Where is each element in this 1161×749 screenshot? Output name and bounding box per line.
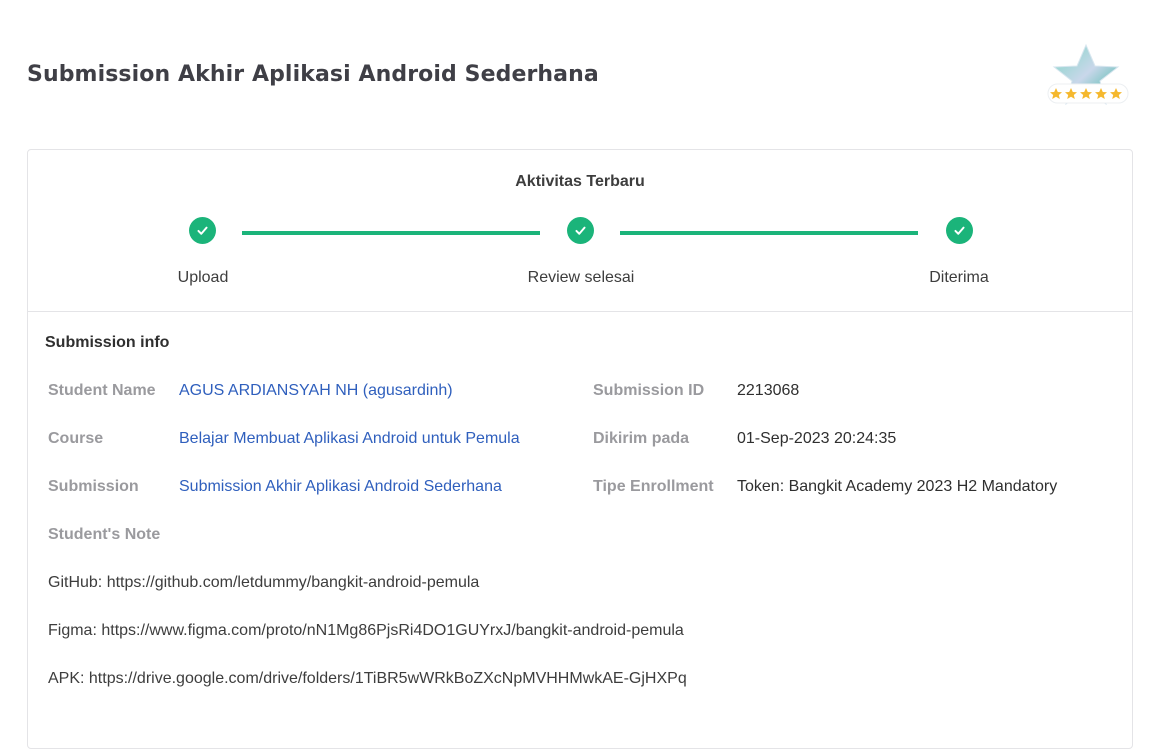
step-review-check-icon: [567, 217, 594, 244]
step-accepted-check-icon: [946, 217, 973, 244]
enrollment-type-label: Tipe Enrollment: [593, 478, 714, 495]
sent-at-label: Dikirim pada: [593, 430, 690, 447]
activity-title: Aktivitas Terbaru: [515, 173, 645, 190]
submission-id-label: Submission ID: [593, 382, 705, 399]
student-name-link[interactable]: AGUS ARDIANSYAH NH (agusardinh): [179, 382, 453, 400]
step-label-upload: Upload: [177, 269, 229, 286]
five-star-rating-badge-icon: [1044, 42, 1132, 114]
submission-link[interactable]: Submission Akhir Aplikasi Android Sederh…: [179, 478, 502, 496]
course-link[interactable]: Belajar Membuat Aplikasi Android untuk P…: [179, 430, 520, 448]
step-connector-line: [620, 231, 918, 235]
course-label: Course: [48, 430, 104, 447]
submission-id-value: 2213068: [737, 382, 800, 399]
submission-info-title: Submission info: [45, 334, 170, 351]
activity-section: Aktivitas Terbaru Upload Review selesai …: [28, 150, 1132, 312]
student-note-label: Student's Note: [48, 526, 161, 543]
step-upload-check-icon: [189, 217, 216, 244]
step-label-accepted: Diterima: [929, 269, 989, 286]
step-connector-line: [242, 231, 540, 235]
page-title: Submission Akhir Aplikasi Android Sederh…: [27, 62, 599, 87]
enrollment-type-value: Token: Bangkit Academy 2023 H2 Mandatory: [737, 478, 1058, 495]
student-name-label: Student Name: [48, 382, 156, 399]
note-line-github: GitHub: https://github.com/letdummy/bang…: [48, 574, 480, 591]
sent-at-value: 01-Sep-2023 20:24:35: [737, 430, 897, 447]
submission-card: Aktivitas Terbaru Upload Review selesai …: [27, 149, 1133, 749]
submission-label: Submission: [48, 478, 139, 495]
step-label-review: Review selesai: [527, 269, 635, 286]
note-line-apk: APK: https://drive.google.com/drive/fold…: [48, 670, 687, 687]
note-line-figma: Figma: https://www.figma.com/proto/nN1Mg…: [48, 622, 684, 639]
